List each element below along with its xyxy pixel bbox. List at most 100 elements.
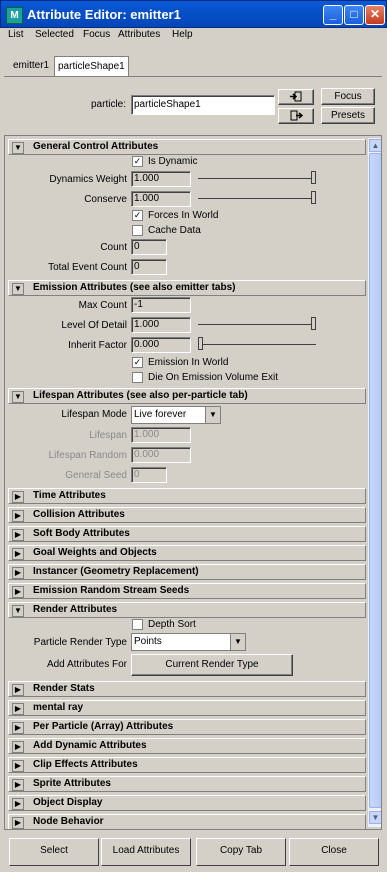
max-count-label: Max Count (78, 300, 127, 311)
level-of-detail-slider[interactable] (198, 317, 316, 330)
select-input-node-button[interactable] (278, 89, 314, 105)
section-add-dynamic[interactable]: ▶ Add Dynamic Attributes (8, 738, 366, 754)
section-object-display[interactable]: ▶ Object Display (8, 795, 366, 811)
lifespan-mode-label: Lifespan Mode (61, 409, 127, 420)
dynamics-weight-slider[interactable] (198, 171, 316, 184)
chevron-down-icon: ▼ (230, 634, 245, 650)
copy-tab-button[interactable]: Copy Tab (196, 838, 286, 866)
expand-icon[interactable]: ▶ (12, 491, 24, 503)
window-title: Attribute Editor: emitter1 (27, 7, 181, 22)
expand-icon[interactable]: ▶ (12, 779, 24, 791)
select-output-node-button[interactable] (278, 108, 314, 124)
general-seed-label: General Seed (65, 470, 127, 481)
expand-icon[interactable]: ▶ (12, 567, 24, 579)
vertical-scrollbar[interactable]: ▲ ▼ (368, 138, 381, 827)
menu-selected[interactable]: Selected (35, 29, 74, 40)
menu-attributes[interactable]: Attributes (118, 29, 160, 40)
is-dynamic-label: Is Dynamic (148, 156, 198, 167)
max-count-field[interactable]: -1 (131, 297, 191, 313)
section-instancer[interactable]: ▶ Instancer (Geometry Replacement) (8, 564, 366, 580)
output-connection-icon (290, 110, 304, 121)
count-field[interactable]: 0 (131, 239, 167, 255)
section-sprite[interactable]: ▶ Sprite Attributes (8, 776, 366, 792)
collapse-icon[interactable]: ▼ (12, 283, 24, 295)
depth-sort-checkbox[interactable] (132, 619, 143, 630)
particle-render-type-label: Particle Render Type (33, 637, 127, 648)
depth-sort-label: Depth Sort (148, 619, 196, 630)
close-window-button[interactable]: ✕ (365, 5, 385, 25)
expand-icon[interactable]: ▶ (12, 529, 24, 541)
expand-icon[interactable]: ▶ (12, 548, 24, 560)
conserve-slider[interactable] (198, 191, 316, 204)
particle-render-type-dropdown[interactable]: Points ▼ (131, 633, 246, 651)
section-general-control[interactable]: ▼ General Control Attributes (8, 139, 366, 155)
cache-data-label: Cache Data (148, 225, 201, 236)
dynamics-weight-field[interactable]: 1.000 (131, 171, 191, 187)
collapse-icon[interactable]: ▼ (12, 391, 24, 403)
scrollbar-thumb[interactable] (369, 153, 381, 808)
scroll-down-arrow-icon[interactable]: ▼ (369, 811, 381, 824)
inherit-factor-slider[interactable] (198, 337, 316, 350)
attribute-scroll-pane[interactable]: ▼ General Control Attributes ✓ Is Dynami… (4, 135, 382, 830)
section-emission-seeds[interactable]: ▶ Emission Random Stream Seeds (8, 583, 366, 599)
expand-icon[interactable]: ▶ (12, 798, 24, 810)
presets-button[interactable]: Presets (321, 107, 375, 124)
emission-in-world-label: Emission In World (148, 357, 229, 368)
lifespan-field[interactable]: 1.000 (131, 427, 191, 443)
cache-data-checkbox[interactable] (132, 225, 143, 236)
collapse-icon[interactable]: ▼ (12, 605, 24, 617)
minimize-button[interactable]: _ (323, 5, 343, 25)
expand-icon[interactable]: ▶ (12, 741, 24, 753)
general-seed-field[interactable]: 0 (131, 467, 167, 483)
forces-in-world-checkbox[interactable]: ✓ (132, 210, 143, 221)
expand-icon[interactable]: ▶ (12, 760, 24, 772)
section-goal-weights[interactable]: ▶ Goal Weights and Objects (8, 545, 366, 561)
focus-button[interactable]: Focus (321, 88, 375, 105)
section-collision[interactable]: ▶ Collision Attributes (8, 507, 366, 523)
collapse-icon[interactable]: ▼ (12, 142, 24, 154)
expand-icon[interactable]: ▶ (12, 703, 24, 715)
level-of-detail-field[interactable]: 1.000 (131, 317, 191, 333)
section-time[interactable]: ▶ Time Attributes (8, 488, 366, 504)
section-clip-effects[interactable]: ▶ Clip Effects Attributes (8, 757, 366, 773)
title-bar[interactable]: M Attribute Editor: emitter1 _ □ ✕ (0, 0, 387, 28)
expand-icon[interactable]: ▶ (12, 684, 24, 696)
tab-divider (4, 76, 382, 77)
menu-list[interactable]: List (8, 29, 24, 40)
die-on-exit-checkbox[interactable] (132, 372, 143, 383)
section-render-stats[interactable]: ▶ Render Stats (8, 681, 366, 697)
node-name-field[interactable]: particleShape1 (131, 95, 275, 115)
expand-icon[interactable]: ▶ (12, 510, 24, 522)
close-button[interactable]: Close (289, 838, 379, 866)
menu-help[interactable]: Help (172, 29, 193, 40)
tab-emitter1[interactable]: emitter1 (10, 56, 52, 76)
expand-icon[interactable]: ▶ (12, 586, 24, 598)
lifespan-mode-dropdown[interactable]: Live forever ▼ (131, 406, 221, 424)
select-button[interactable]: Select (9, 838, 99, 866)
inherit-factor-field[interactable]: 0.000 (131, 337, 191, 353)
lifespan-random-label: Lifespan Random (48, 450, 127, 461)
conserve-field[interactable]: 1.000 (131, 191, 191, 207)
expand-icon[interactable]: ▶ (12, 722, 24, 734)
is-dynamic-checkbox[interactable]: ✓ (132, 156, 143, 167)
section-soft-body[interactable]: ▶ Soft Body Attributes (8, 526, 366, 542)
add-attributes-for-label: Add Attributes For (46, 659, 127, 670)
section-lifespan[interactable]: ▼ Lifespan Attributes (see also per-part… (8, 388, 366, 404)
section-mental-ray[interactable]: ▶ mental ray (8, 700, 366, 716)
section-render-attributes[interactable]: ▼ Render Attributes (8, 602, 366, 618)
scroll-up-arrow-icon[interactable]: ▲ (369, 139, 381, 152)
section-node-behavior[interactable]: ▶ Node Behavior (8, 814, 366, 829)
level-of-detail-label: Level Of Detail (61, 320, 127, 331)
maximize-button[interactable]: □ (344, 5, 364, 25)
node-type-label: particle: (91, 99, 127, 110)
total-event-count-field[interactable]: 0 (131, 259, 167, 275)
load-attributes-button[interactable]: Load Attributes (101, 838, 191, 866)
section-per-particle[interactable]: ▶ Per Particle (Array) Attributes (8, 719, 366, 735)
emission-in-world-checkbox[interactable]: ✓ (132, 357, 143, 368)
tab-particleshape1[interactable]: particleShape1 (54, 56, 129, 77)
expand-icon[interactable]: ▶ (12, 817, 24, 829)
menu-focus[interactable]: Focus (83, 29, 110, 40)
current-render-type-button[interactable]: Current Render Type (131, 654, 293, 676)
lifespan-random-field[interactable]: 0.000 (131, 447, 191, 463)
section-emission[interactable]: ▼ Emission Attributes (see also emitter … (8, 280, 366, 296)
